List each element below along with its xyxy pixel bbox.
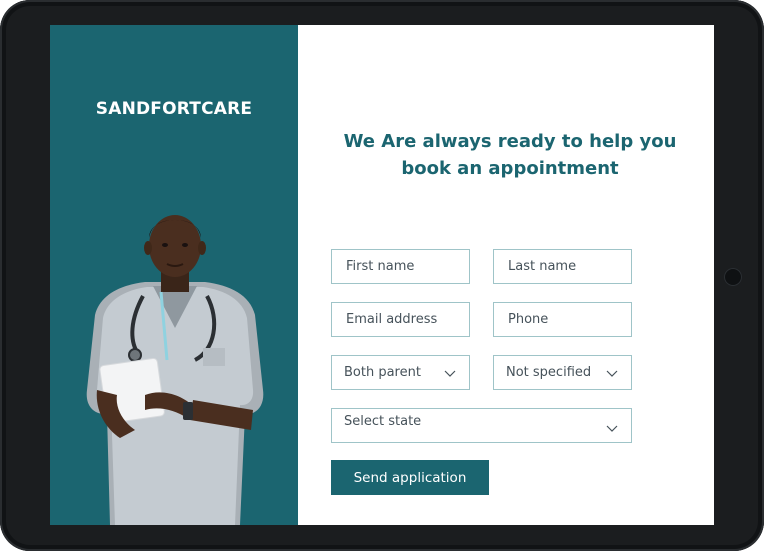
first-name-input[interactable] <box>331 249 470 284</box>
brand-panel: SANDFORTCARE <box>50 25 298 525</box>
state-select-value: Select state <box>344 414 422 429</box>
phone-input[interactable] <box>493 302 632 337</box>
send-application-button[interactable]: Send application <box>331 460 489 495</box>
chevron-down-icon <box>606 370 618 377</box>
chevron-down-icon <box>444 370 456 377</box>
tablet-frame: SANDFORTCARE We Are always ready to help… <box>0 0 764 551</box>
gender-select[interactable]: Not specified <box>493 355 632 390</box>
parent-select-value: Both parent <box>344 365 421 380</box>
brand-logo-text: SANDFORTCARE <box>95 99 253 119</box>
camera-icon <box>724 268 742 286</box>
state-select[interactable]: Select state <box>331 408 632 443</box>
form-heading: We Are always ready to help you book an … <box>328 128 692 182</box>
form-heading-line-1: We Are always ready to help you <box>343 131 677 152</box>
form-heading-line-2: book an appointment <box>401 158 619 179</box>
email-input[interactable] <box>331 302 470 337</box>
last-name-input[interactable] <box>493 249 632 284</box>
doctor-illustration <box>86 215 264 525</box>
gender-select-value: Not specified <box>506 365 592 380</box>
screen: SANDFORTCARE We Are always ready to help… <box>50 25 714 525</box>
parent-select[interactable]: Both parent <box>331 355 470 390</box>
chevron-down-icon <box>606 425 618 432</box>
